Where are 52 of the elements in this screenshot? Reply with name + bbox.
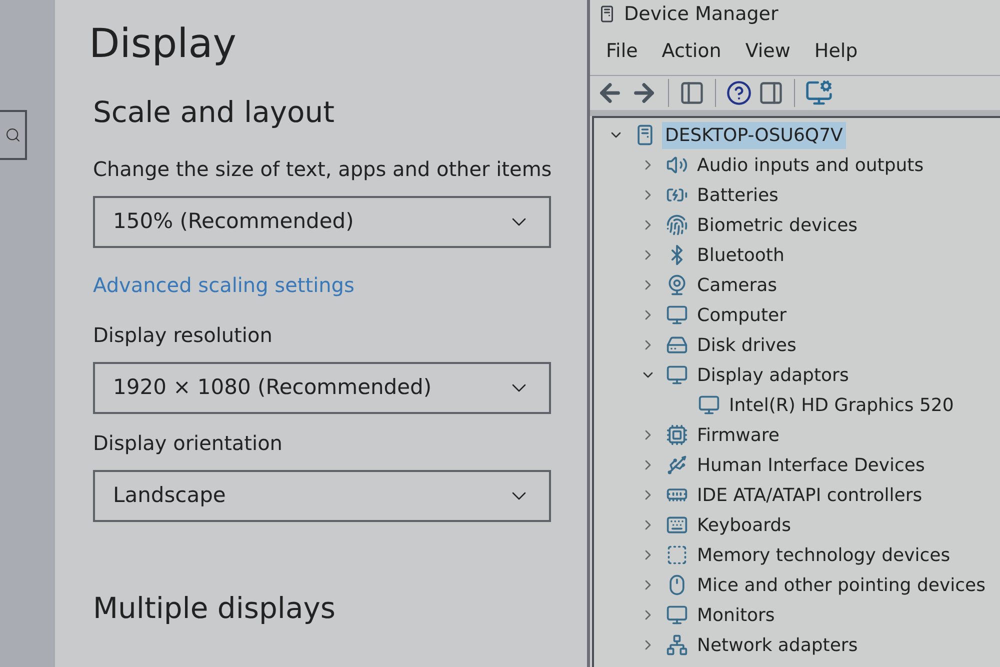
dropdown[interactable]: 1920 × 1080 (Recommended) [93,362,551,414]
menu-item[interactable]: Action [662,37,722,66]
tree-item[interactable]: Mice and other pointing devices [694,572,988,598]
monitor-icon [666,604,688,626]
monitor-icon [666,304,688,326]
monitor-icon [698,394,720,416]
fingerprint-icon [666,214,688,236]
tree-item[interactable]: Intel(R) HD Graphics 520 [726,392,957,418]
tree-item[interactable]: Computer [694,302,790,328]
tree-item[interactable]: Bluetooth [694,242,788,268]
window-title: Device Manager [624,2,778,27]
drive-icon [666,334,688,356]
tree-item[interactable]: Cameras [694,272,780,298]
section-heading: Scale and layout [93,94,336,131]
tree-item[interactable]: Firmware [694,422,782,448]
menu-item[interactable]: File [606,37,638,66]
tree-item[interactable]: Batteries [694,182,782,208]
network-icon [666,634,688,656]
search-icon [5,127,21,143]
section-heading: Multiple displays [93,590,336,627]
help-icon[interactable] [726,80,752,106]
tree-item[interactable]: Human Interface Devices [694,452,928,478]
field-label: Display resolution [93,322,274,349]
tree-item[interactable]: Audio inputs and outputs [694,152,927,178]
tree-item[interactable]: Biometric devices [694,212,861,238]
tree-item[interactable]: IDE ATA/ATAPI controllers [694,482,926,508]
menu-item[interactable]: View [745,37,790,66]
tree-item[interactable]: Keyboards [694,512,794,538]
tree-item[interactable]: Disk drives [694,332,800,358]
webcam-icon [666,274,688,296]
dashed-square-icon [666,544,688,566]
usb-icon [666,454,688,476]
tree-item[interactable]: Network adapters [694,632,861,658]
monitor-icon[interactable] [805,79,833,107]
field-label: Change the size of text, apps and other items [93,156,553,183]
panel-icon[interactable] [679,80,705,106]
keyboard-icon [666,514,688,536]
chip-icon [666,424,688,446]
computer-tower-icon [598,5,616,23]
panel-icon[interactable] [758,80,784,106]
field-label: Display orientation [93,430,284,457]
tree-item[interactable]: Monitors [694,602,778,628]
speaker-icon [666,154,688,176]
page-title: Display [89,20,238,69]
tree-item[interactable]: Memory technology devices [694,542,954,568]
monitor-icon [666,364,688,386]
tree-item[interactable]: DESKTOP-OSU6Q7V [662,122,846,148]
tree-item[interactable]: Display adaptors [694,362,852,388]
dropdown[interactable]: 150% (Recommended) [93,196,551,248]
dropdown[interactable]: Landscape [93,470,551,522]
search-field[interactable] [0,110,27,160]
menu-item[interactable]: Help [814,37,858,66]
